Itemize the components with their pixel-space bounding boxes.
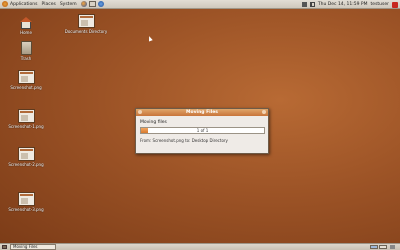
desktop-icon-label: Screenshot.png — [10, 85, 42, 90]
home-folder-icon — [20, 17, 32, 29]
menu-bar: Applications Places System — [0, 0, 107, 9]
network-icon[interactable] — [301, 2, 307, 7]
workspace-1[interactable] — [370, 245, 378, 249]
desktop-icon-trash[interactable]: Trash — [6, 41, 46, 61]
clock[interactable]: Thu Dec 14, 11:59 PM — [318, 2, 368, 7]
volume-icon[interactable] — [309, 2, 315, 7]
desktop-icon-label: Screenshot-3.png — [8, 207, 44, 212]
firefox-launcher-icon[interactable] — [80, 1, 87, 7]
file-operation-dialog: Moving Files Moving files 1 of 1 From: S… — [135, 108, 269, 154]
desktop-icon-screenshot-3[interactable]: Screenshot-3.png — [6, 192, 46, 212]
system-menu[interactable]: System — [60, 2, 77, 7]
image-file-icon — [17, 70, 35, 84]
mouse-cursor-icon — [147, 35, 153, 42]
desktop-icon-label: Home — [20, 30, 32, 35]
desktop-icon-screenshot[interactable]: Screenshot.png — [6, 70, 46, 90]
places-menu[interactable]: Places — [42, 2, 56, 7]
desktop-icon-label: Trash — [20, 56, 32, 61]
applications-menu[interactable]: Applications — [10, 2, 38, 7]
workspace-2[interactable] — [379, 245, 387, 249]
quit-icon[interactable] — [392, 1, 398, 8]
image-file-icon — [17, 109, 35, 123]
dialog-heading: Moving files — [140, 120, 167, 125]
desktop-icon-home[interactable]: Home — [6, 17, 46, 35]
desktop-icon-label: Documents Directory — [64, 29, 108, 34]
desktop-icon-label: Screenshot-2.png — [8, 162, 44, 167]
user-name[interactable]: testuser — [371, 2, 389, 7]
image-file-icon — [17, 147, 35, 161]
trash-applet-icon[interactable] — [390, 245, 395, 249]
desktop-icon-screenshot-2[interactable]: Screenshot-2.png — [6, 147, 46, 167]
system-tray: Thu Dec 14, 11:59 PM testuser — [301, 0, 398, 9]
desktop-icon-screenshot-1[interactable]: Screenshot-1.png — [6, 109, 46, 129]
desktop-icon-label: Screenshot-1.png — [8, 124, 44, 129]
image-file-icon — [17, 192, 35, 206]
image-file-icon — [77, 14, 95, 28]
dialog-title: Moving Files — [186, 110, 218, 115]
dialog-titlebar[interactable]: Moving Files — [136, 109, 268, 116]
window-menu-icon[interactable] — [138, 110, 142, 114]
ubuntu-logo-icon[interactable] — [2, 1, 8, 7]
progress-text: 1 of 1 — [196, 128, 209, 133]
mail-launcher-icon[interactable] — [88, 1, 96, 7]
progress-bar: 1 of 1 — [140, 127, 265, 134]
help-launcher-icon[interactable] — [97, 1, 104, 7]
close-icon[interactable] — [262, 110, 266, 114]
bottom-panel: Moving Files — [0, 243, 400, 250]
show-desktop-icon[interactable] — [2, 245, 7, 249]
top-panel: Applications Places System Thu Dec 14, 1… — [0, 0, 400, 9]
taskbar-button[interactable]: Moving Files — [10, 244, 56, 250]
desktop-icon-documents[interactable]: Documents Directory — [64, 14, 108, 34]
taskbar-button-label: Moving Files — [13, 244, 38, 249]
trash-icon — [20, 41, 32, 55]
dialog-detail: From: Screenshot.png to: Desktop Directo… — [140, 138, 228, 143]
